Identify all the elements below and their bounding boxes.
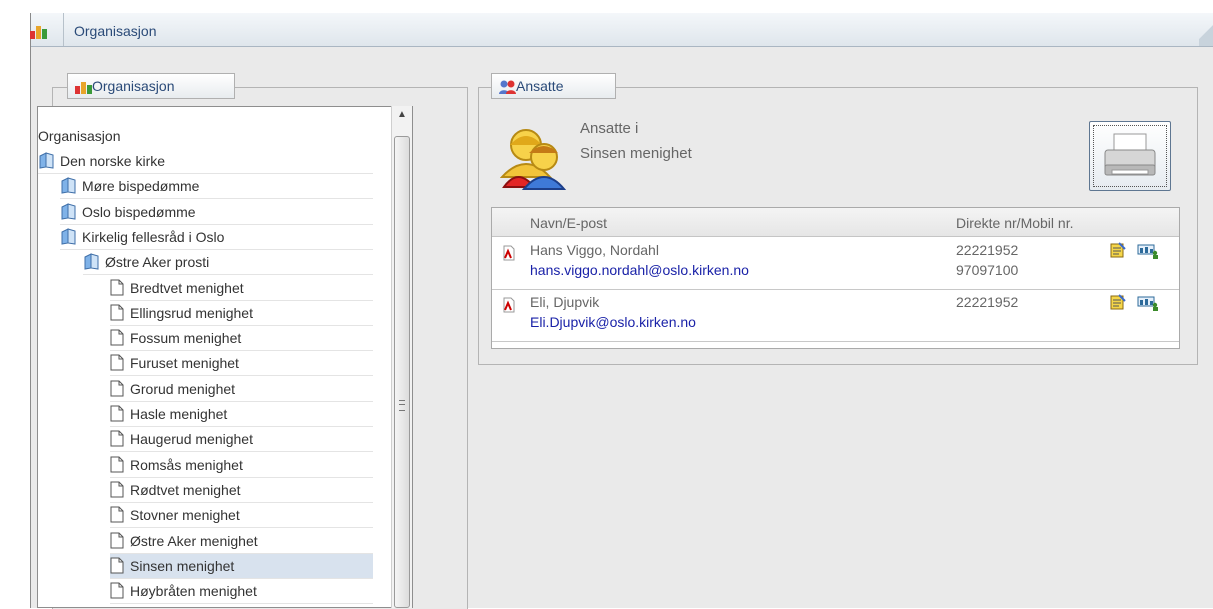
pdf-icon[interactable]: [502, 297, 516, 316]
tree-item-label: Oslo bispedømme: [82, 203, 196, 220]
tree-item[interactable]: Grorud menighet: [110, 377, 373, 402]
tree-item[interactable]: Høybråten menighet: [110, 579, 373, 606]
tree-item-label: Romsås menighet: [130, 456, 243, 473]
print-button[interactable]: [1089, 121, 1171, 191]
tree-item[interactable]: Hasle menighet: [110, 402, 373, 427]
window-corner: [1199, 13, 1213, 46]
edit-note-icon[interactable]: [1110, 294, 1126, 313]
organization-icon: [75, 82, 92, 94]
window-title: Organisasjon: [74, 23, 157, 39]
tree-item[interactable]: Ellingsrud menighet: [110, 301, 373, 326]
folder-book-icon: [60, 228, 78, 252]
tree-item[interactable]: Fossum menighet: [110, 326, 373, 353]
table-header: Navn/E-post Direkte nr/Mobil nr.: [492, 208, 1179, 237]
tree-item[interactable]: Oslo bispedømme: [60, 200, 373, 225]
tree-item-label: Østre Aker menighet: [130, 532, 258, 549]
tree-scrollbar[interactable]: ▲: [391, 106, 412, 608]
employee-mobile: 97097100: [956, 262, 1019, 278]
tree-item-label: Kirkelig fellesråd i Oslo: [82, 228, 225, 245]
employees-table: Navn/E-post Direkte nr/Mobil nr. Hans Vi…: [491, 207, 1180, 349]
employees-panel-title: Ansatte: [516, 78, 564, 94]
tree-item-label: Fossum menighet: [130, 330, 242, 347]
tree-item-label: Stovner menighet: [130, 507, 240, 524]
tree-item-label: Den norske kirke: [60, 153, 166, 169]
page-icon: [110, 481, 124, 505]
tree-item[interactable]: Haugerud menighet: [110, 427, 373, 454]
tree-item-label: Møre bispedømme: [82, 178, 200, 195]
org-panel-title: Organisasjon: [92, 78, 175, 94]
page-icon: [110, 304, 124, 328]
tree-item-label: Rødtvet menighet: [130, 481, 241, 498]
tree-item[interactable]: Den norske kirke: [38, 149, 373, 174]
employee-phone: 22221952: [956, 294, 1019, 310]
org-chart-person-icon[interactable]: [1137, 243, 1159, 262]
header-phone[interactable]: Direkte nr/Mobil nr.: [956, 215, 1073, 231]
tree-item[interactable]: Møre bispedømme: [60, 174, 373, 201]
window-titlebar: Organisasjon: [30, 13, 1213, 47]
page-icon: [110, 279, 124, 303]
tree-root-label: Organisasjon: [38, 128, 121, 144]
tree-item-label: Østre Aker prosti: [105, 254, 210, 271]
page-icon: [110, 456, 124, 480]
tree-item[interactable]: Østre Aker prosti: [83, 250, 373, 277]
page-icon: [110, 354, 124, 378]
scroll-up-arrow-icon[interactable]: ▲: [392, 106, 412, 124]
org-panel-legend: Organisasjon: [67, 73, 235, 99]
tree-item[interactable]: Bredtvet menighet: [110, 276, 373, 301]
tree-item[interactable]: Furuset menighet: [110, 351, 373, 378]
org-chart-person-icon[interactable]: [1137, 295, 1159, 314]
title-separator: [63, 13, 64, 46]
tree-item[interactable]: Kirkelig fellesråd i Oslo: [60, 225, 373, 250]
org-tree[interactable]: Organisasjon Den norske kirke Møre bisped…: [37, 106, 413, 608]
tree-item[interactable]: Sinsen menighet: [110, 553, 373, 581]
page-icon: [110, 380, 124, 404]
tree-item[interactable]: Rødtvet menighet: [110, 478, 373, 503]
table-row[interactable]: Eli, Djupvik Eli.Djupvik@oslo.kirken.no 22…: [492, 289, 1179, 342]
tree-item[interactable]: Romsås menighet: [110, 453, 373, 478]
tree-item-label: Hasle menighet: [130, 406, 228, 422]
employee-name: Hans Viggo, Nordahl: [530, 242, 659, 258]
edit-note-icon[interactable]: [1110, 242, 1126, 261]
tree-item-label: Grorud menighet: [130, 380, 236, 397]
table-row[interactable]: Hans Viggo, Nordahl hans.viggo.nordahl@os…: [492, 237, 1179, 290]
folder-book-icon: [83, 253, 101, 277]
tree-root[interactable]: Organisasjon: [38, 124, 408, 149]
scrollbar-thumb[interactable]: [394, 136, 410, 608]
employees-panel-legend: Ansatte: [491, 73, 616, 99]
tree-item-label: Haugerud menighet: [130, 431, 253, 448]
tree-item-label: Høybråten menighet: [130, 583, 257, 600]
employees-avatar-icon: [500, 129, 567, 190]
page-icon: [110, 557, 124, 581]
employee-email[interactable]: Eli.Djupvik@oslo.kirken.no: [530, 314, 696, 330]
tree-item-label: Sinsen menighet: [130, 557, 235, 574]
employee-phone: 22221952: [956, 242, 1019, 258]
page-icon: [110, 532, 124, 556]
employees-heading-line2: Sinsen menighet: [580, 145, 692, 162]
page-icon: [110, 430, 124, 454]
tree-item[interactable]: Stovner menighet: [110, 503, 373, 530]
employee-email[interactable]: hans.viggo.nordahl@oslo.kirken.no: [530, 262, 749, 278]
page-icon: [110, 329, 124, 353]
employee-name: Eli, Djupvik: [530, 294, 600, 310]
tree-item-label: Furuset menighet: [130, 355, 239, 372]
app-chart-icon: [30, 26, 47, 39]
people-icon: [499, 80, 516, 94]
folder-book-icon: [60, 202, 78, 227]
tree-item[interactable]: Østre Aker menighet: [110, 529, 373, 554]
header-name-email[interactable]: Navn/E-post: [530, 215, 607, 231]
tree-item-label: Ellingsrud menighet: [130, 304, 253, 321]
pdf-icon[interactable]: [502, 245, 516, 264]
folder-book-icon: [38, 152, 56, 176]
page-icon: [110, 582, 124, 606]
folder-book-icon: [60, 177, 78, 201]
tree-item-label: Bredtvet menighet: [130, 279, 244, 296]
page-icon: [110, 506, 124, 530]
page-icon: [110, 405, 124, 429]
employees-heading-line1: Ansatte i: [580, 120, 639, 137]
printer-icon: [1104, 133, 1156, 176]
grip-icon: [399, 400, 405, 411]
